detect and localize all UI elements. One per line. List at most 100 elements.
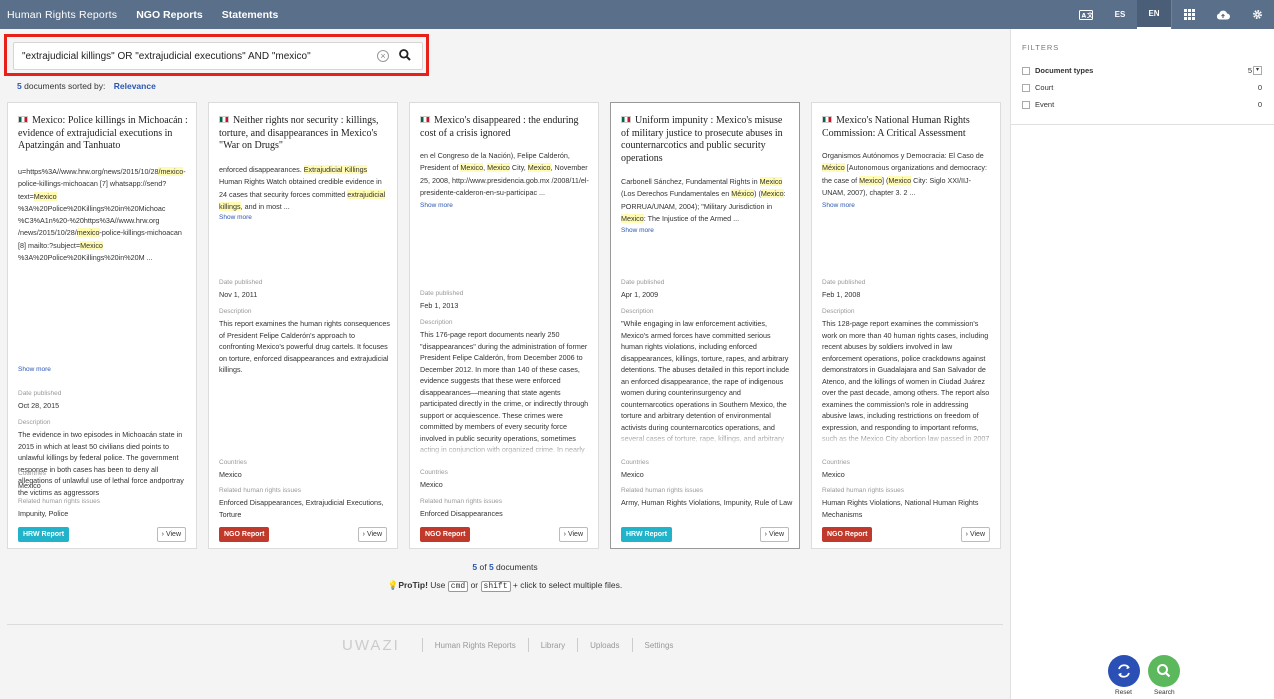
checkbox[interactable] [1022,84,1030,92]
protip-tail: + click to select multiple files. [512,580,623,590]
issues-value: Impunity, Police [18,509,69,518]
results-label: documents [496,562,538,572]
document-snippet: en el Congreso de la Nación), Felipe Cal… [420,151,589,197]
documents-count: 5 [17,81,22,91]
view-button[interactable]: › View [960,527,990,542]
show-more-link[interactable]: Show more [219,214,252,221]
document-card[interactable]: Neither rights nor security : killings, … [208,102,398,549]
filter-label: Court [1035,83,1054,92]
document-title[interactable]: Mexico: Police killings in Michoacán : e… [18,115,190,153]
countries-label: Countries [420,469,448,476]
settings-gear-icon[interactable] [1240,0,1274,29]
filter-label: Document types [1035,66,1094,75]
countries-value: Mexico [822,470,845,479]
uwazi-logo: UWAZI [342,636,400,654]
sort-relevance-link[interactable]: Relevance [114,81,156,91]
svg-text:A: A [1082,12,1087,19]
description-text: This report examines the human rights co… [219,319,390,374]
view-button[interactable]: › View [357,527,387,542]
refresh-icon [1118,664,1130,678]
footer-link-uploads[interactable]: Uploads [590,641,619,650]
date-published-label: Date published [621,279,665,286]
document-card[interactable]: Mexico's disappeared : the enduring cost… [409,102,599,549]
filter-court[interactable]: Court 0 [1022,83,1262,95]
language-es[interactable]: ES [1103,0,1137,29]
countries-value: Mexico [18,481,41,490]
document-title[interactable]: Mexico's National Human Rights Commissio… [822,115,994,140]
document-card[interactable]: Uniform impunity : Mexico's misuse of mi… [610,102,800,549]
show-more-link[interactable]: Show more [621,227,654,234]
description-label: Description [420,319,453,326]
filter-document-types[interactable]: Document types 5 ▾ [1022,66,1262,78]
protip: 💡ProTip! Use cmd or shift + click to sel… [0,580,1010,592]
footer-link-settings[interactable]: Settings [645,641,674,650]
results-total: 5 [488,562,494,572]
document-card[interactable]: Mexico's National Human Rights Commissio… [811,102,1001,549]
document-type-badge: HRW Report [18,527,70,542]
checkbox[interactable] [1022,67,1030,75]
filter-count: 0 [1257,100,1262,109]
show-more-link[interactable]: Show more [420,202,453,209]
document-snippet: enforced disappearances. Extrajudicial K… [219,165,386,211]
document-type-badge: HRW Report [621,527,673,542]
show-more-link[interactable]: Show more [18,366,51,373]
search-icon[interactable] [398,48,414,64]
description-text: "While engaging in law enforcement activ… [621,318,793,445]
filter-event[interactable]: Event 0 [1022,100,1262,112]
issues-label: Related human rights issues [219,487,302,494]
search-button[interactable] [1148,655,1180,687]
view-button[interactable]: › View [759,527,789,542]
issues-value: Enforced Disappearances [420,509,503,518]
issues-label: Related human rights issues [822,487,905,494]
document-card[interactable]: Mexico: Police killings in Michoacán : e… [7,102,197,549]
document-title[interactable]: Uniform impunity : Mexico's misuse of mi… [621,115,793,165]
view-button[interactable]: › View [156,527,186,542]
show-more-link[interactable]: Show more [822,202,855,209]
countries-value: Mexico [219,470,242,479]
view-button[interactable]: › View [558,527,588,542]
clear-search-icon[interactable]: × [377,50,389,62]
toolbar-right: A文 ES EN [1069,0,1274,29]
grid-icon[interactable] [1172,0,1206,29]
date-published-label: Date published [219,279,263,286]
mexico-flag-icon [420,116,430,123]
date-published-value: Feb 1, 2008 [822,290,861,299]
translate-icon[interactable]: A文 [1069,0,1103,29]
document-snippet: Carbonell Sánchez, Fundamental Rights in… [621,177,786,223]
issues-value: Army, Human Rights Violations, Impunity,… [621,498,793,507]
description-label: Description [18,419,51,426]
svg-text:文: 文 [1086,11,1093,19]
nav-link-human-rights-reports[interactable]: Human Rights Reports [7,9,117,21]
countries-label: Countries [621,459,649,466]
description-text: This 128-page report examines the commis… [822,318,994,445]
document-snippet: Organismos Autónomos y Democracia: El Ca… [822,151,988,197]
description-text: This 176-page report documents nearly 25… [420,329,592,456]
results-count: 5 of 5 documents [0,562,1010,572]
checkbox[interactable] [1022,101,1030,109]
description-label: Description [219,308,252,315]
search-icon [1157,664,1171,678]
issues-value: Human Rights Violations, National Human … [822,498,979,519]
filters-panel: FILTERS Document types 5 ▾ Court 0 Event… [1010,29,1274,699]
filters-divider [1011,124,1274,125]
document-title[interactable]: Neither rights nor security : killings, … [219,115,391,153]
filter-count: 5 [1247,66,1252,75]
footer-link-library[interactable]: Library [541,641,565,650]
sort-summary: 5 documents sorted by: Relevance [17,81,156,91]
date-published-label: Date published [822,279,866,286]
language-en[interactable]: EN [1137,0,1171,29]
reset-button[interactable] [1108,655,1140,687]
search-input[interactable] [22,50,377,62]
date-published-value: Apr 1, 2009 [621,290,659,299]
issues-label: Related human rights issues [420,498,503,505]
countries-value: Mexico [621,470,644,479]
kbd-shift: shift [480,581,511,592]
cloud-upload-icon[interactable] [1206,0,1240,29]
issues-label: Related human rights issues [18,498,101,505]
document-title[interactable]: Mexico's disappeared : the enduring cost… [420,115,592,140]
nav-link-ngo-reports[interactable]: NGO Reports [136,9,203,21]
chevron-down-icon[interactable]: ▾ [1253,66,1262,75]
footer-link-human-rights-reports[interactable]: Human Rights Reports [435,641,516,650]
nav-link-statements[interactable]: Statements [222,9,279,21]
document-type-badge: NGO Report [219,527,270,542]
